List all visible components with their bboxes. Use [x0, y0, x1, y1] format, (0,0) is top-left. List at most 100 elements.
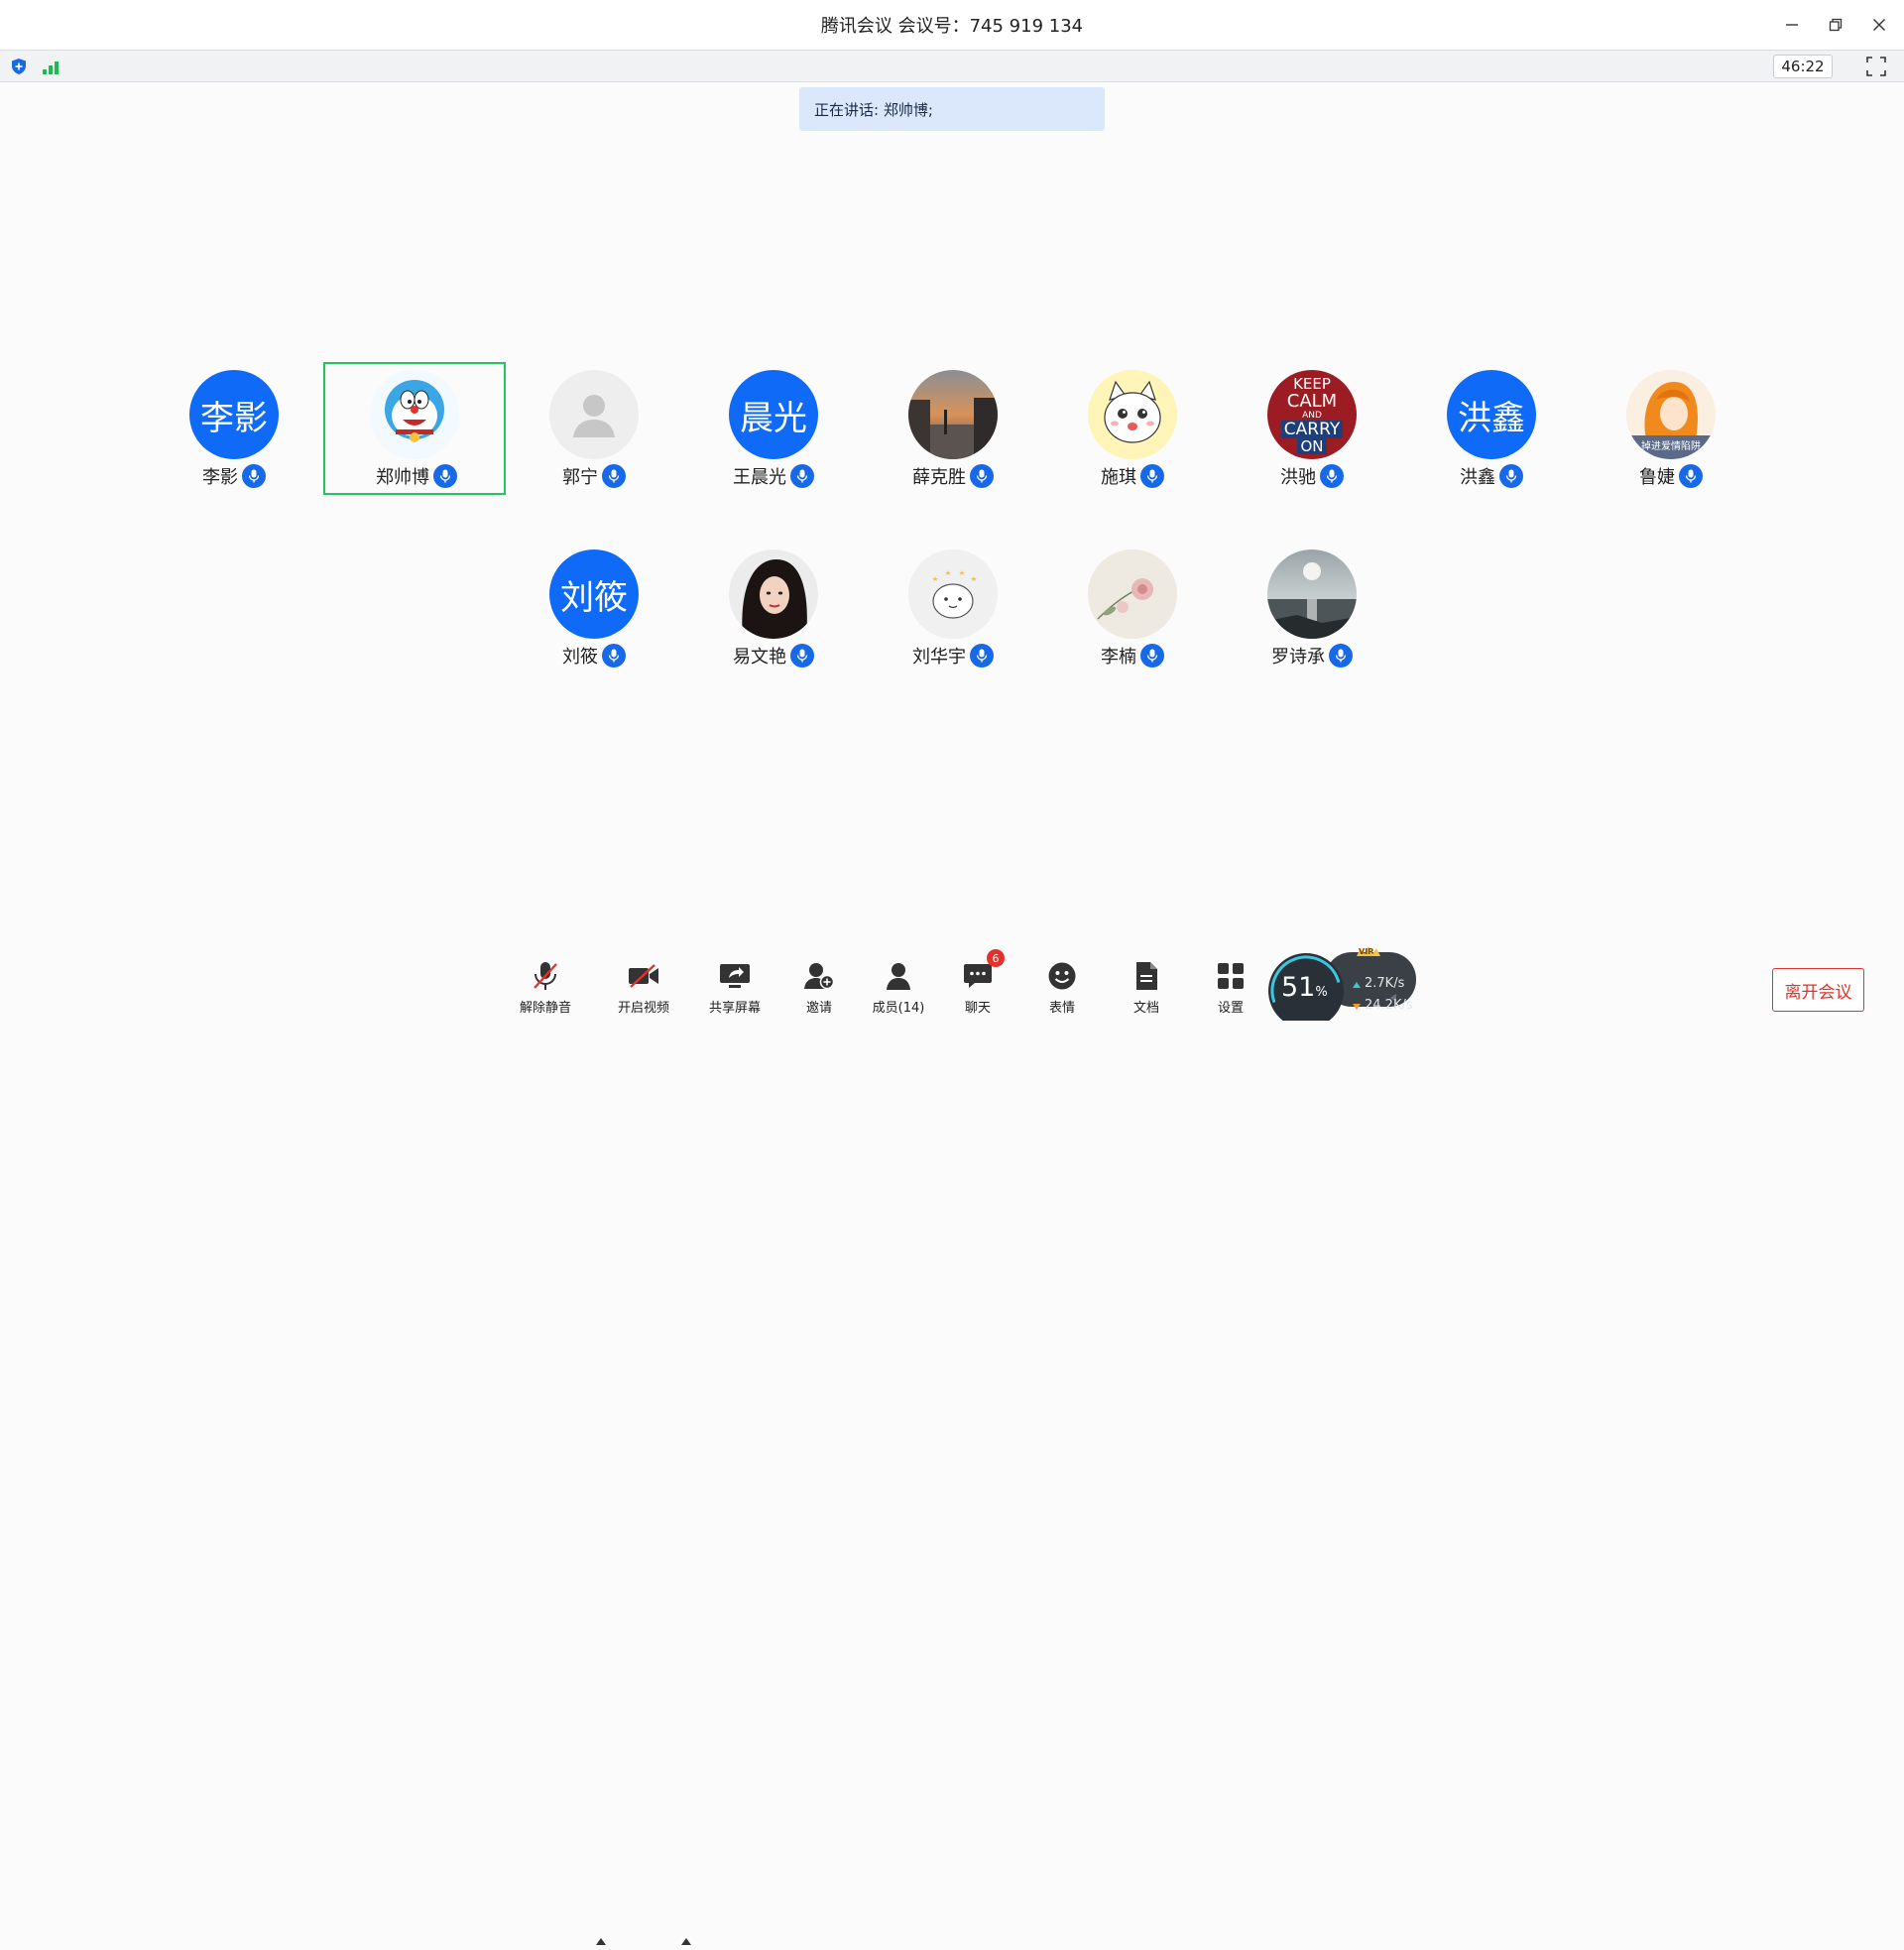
invite-button[interactable]: 邀请 [779, 955, 859, 1021]
avatar: 晨光 [729, 370, 818, 459]
signal-strength-icon[interactable] [43, 59, 62, 74]
participant-name: 洪鑫 [1460, 467, 1495, 488]
participant-tile[interactable]: 洪鑫 洪鑫 [1400, 362, 1583, 495]
participant-name: 鲁婕 [1639, 467, 1675, 488]
mic-muted-icon [529, 959, 562, 993]
avatar: 掉进爱情陷阱 [1626, 370, 1716, 459]
cat-cartoon-avatar-icon [1088, 370, 1177, 459]
participant-tile[interactable]: 易文艳 [682, 542, 865, 674]
participant-name: 刘华宇 [912, 647, 966, 668]
keep-calm-text: CARRY [1280, 420, 1344, 438]
docs-button[interactable]: 文档 [1107, 955, 1186, 1021]
minimize-button[interactable] [1773, 0, 1811, 50]
members-label: 成员(14) [872, 1001, 925, 1016]
participant-name: 刘筱 [562, 647, 598, 668]
mic-icon [790, 464, 814, 488]
mic-icon [1140, 464, 1164, 488]
avatar [908, 549, 998, 639]
camera-off-icon [627, 959, 660, 993]
close-button[interactable] [1860, 0, 1898, 50]
participant-tile[interactable]: 刘华宇 [862, 542, 1044, 674]
restore-button[interactable] [1817, 0, 1854, 50]
avatar [1088, 370, 1177, 459]
start-video-label: 开启视频 [617, 1001, 669, 1016]
participant-name: 王晨光 [733, 467, 786, 488]
participant-tile[interactable]: 薛克胜 [862, 362, 1044, 495]
docs-label: 文档 [1132, 1001, 1159, 1016]
avatar: KEEP CALM AND CARRY ON [1267, 370, 1357, 459]
window-controls [1773, 0, 1904, 50]
keep-calm-text: CALM [1286, 390, 1338, 412]
speaking-indicator: 正在讲话: 郑帅博; [799, 87, 1105, 131]
mic-icon [970, 464, 994, 488]
meeting-toolbar: 解除静音 开启视频 共享屏幕 邀请 成员(14) 6 聊天 表情 文档 设置 [0, 949, 1904, 1945]
avatar [908, 370, 998, 459]
participant-name: 洪驰 [1280, 467, 1316, 488]
settings-button[interactable]: 设置 [1191, 955, 1270, 1021]
reactions-label: 表情 [1048, 1001, 1075, 1016]
participant-tile[interactable]: 李楠 [1041, 542, 1224, 674]
share-screen-label: 共享屏幕 [708, 1001, 761, 1016]
unmute-label: 解除静音 [519, 1001, 571, 1016]
avatar [1088, 549, 1177, 639]
doraemon-avatar-icon [370, 370, 459, 459]
mic-icon [1679, 464, 1703, 488]
flower-avatar-icon [1088, 549, 1177, 639]
mic-icon [433, 464, 457, 488]
avatar: 刘筱 [549, 549, 639, 639]
document-icon [1130, 959, 1163, 993]
participant-tile[interactable]: 掉进爱情陷阱 鲁婕 [1580, 362, 1762, 495]
mic-icon [1320, 464, 1344, 488]
security-shield-icon[interactable] [10, 58, 28, 75]
mic-icon [602, 464, 626, 488]
audio-options-caret[interactable] [595, 1931, 607, 1945]
invite-label: 邀请 [805, 1001, 832, 1016]
portrait-photo-avatar-icon [729, 549, 818, 639]
download-speed: 24.2K/s [1365, 998, 1413, 1013]
keep-calm-text: ON [1297, 437, 1327, 454]
participant-tile[interactable]: 晨光 王晨光 [682, 362, 865, 495]
participant-tile[interactable]: 李影 李影 [143, 362, 325, 495]
participant-name: 李楠 [1101, 647, 1136, 668]
caret-up-icon [681, 1938, 691, 1945]
fullscreen-button[interactable] [1866, 57, 1886, 76]
network-percent: 51% [1281, 972, 1328, 1003]
avatar [1267, 549, 1357, 639]
participant-name: 薛克胜 [912, 467, 966, 488]
street-photo-avatar-icon [908, 370, 998, 459]
chat-button[interactable]: 6 聊天 [938, 949, 1017, 1021]
network-speed-widget[interactable]: VIP 51% 2.7K/s 24.2K/s [1265, 942, 1416, 1021]
reactions-button[interactable]: 表情 [1022, 955, 1102, 1021]
meeting-timer: 46:22 [1773, 55, 1833, 78]
grid-settings-icon [1214, 959, 1248, 993]
participant-tile[interactable]: 罗诗承 [1221, 542, 1403, 674]
participant-tile-active[interactable]: 郑帅博 [323, 362, 506, 495]
mic-icon [1140, 644, 1164, 668]
smiley-icon [1045, 959, 1079, 993]
unmute-button[interactable]: 解除静音 [506, 955, 585, 1021]
add-user-icon [802, 959, 836, 993]
restore-icon [1829, 18, 1843, 32]
participant-tile[interactable]: 刘筱 刘筱 [503, 542, 685, 674]
avatar-caption: 掉进爱情陷阱 [1641, 441, 1701, 452]
settings-label: 设置 [1217, 1001, 1244, 1016]
sunset-sea-avatar-icon [1267, 549, 1357, 639]
mic-icon [242, 464, 266, 488]
members-button[interactable]: 成员(14) [859, 955, 938, 1021]
avatar [729, 549, 818, 639]
avatar [370, 370, 459, 459]
participant-tile[interactable]: 施琪 [1041, 362, 1224, 495]
default-user-icon [573, 395, 615, 437]
video-options-caret[interactable] [680, 1931, 692, 1945]
participant-name: 郑帅博 [376, 467, 429, 488]
participant-name: 罗诗承 [1271, 647, 1325, 668]
close-icon [1873, 19, 1885, 31]
participant-tile[interactable]: KEEP CALM AND CARRY ON 洪驰 [1221, 362, 1403, 495]
doodle-face-avatar-icon [908, 549, 998, 639]
share-screen-button[interactable]: 共享屏幕 [695, 955, 774, 1021]
mic-icon [1329, 644, 1353, 668]
leave-meeting-button[interactable]: 离开会议 [1772, 968, 1864, 1012]
mic-icon [1499, 464, 1523, 488]
participant-tile[interactable]: 郭宁 [503, 362, 685, 495]
start-video-button[interactable]: 开启视频 [604, 955, 683, 1021]
